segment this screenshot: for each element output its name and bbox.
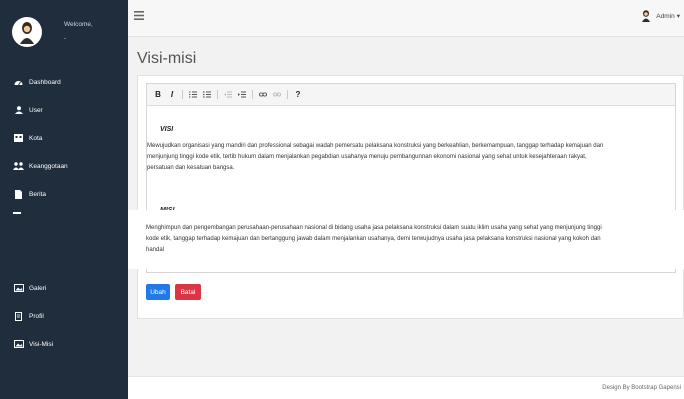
file-icon: [13, 189, 24, 199]
sidebar-item-profil[interactable]: Profil: [0, 302, 128, 330]
visi-line: persatuan dan kesatuan bangsa.: [147, 165, 235, 171]
link-icon[interactable]: [259, 90, 267, 100]
help-button[interactable]: ?: [294, 90, 302, 100]
sidebar-item-label: Keanggotaan: [29, 162, 68, 170]
dashboard-icon: [13, 78, 24, 87]
sidebar-item-user[interactable]: User: [0, 96, 128, 124]
admin-avatar-icon: [642, 10, 651, 22]
admin-label: Admin: [656, 12, 675, 20]
sidebar-divider: [0, 208, 128, 218]
unordered-list-icon[interactable]: [203, 90, 211, 100]
misi-line: Menghimpun dan pengembangan perusahaan-p…: [146, 225, 602, 231]
sidebar-profile: Welcome, -: [0, 0, 128, 63]
indent-icon[interactable]: [238, 90, 246, 100]
ordered-list-icon[interactable]: [189, 90, 197, 100]
user-avatar-icon: [20, 21, 34, 44]
sidebar-item-label: Dashboard: [29, 78, 61, 86]
visi-line: Mewujudkan organisasi yang mandiri dan p…: [147, 143, 604, 149]
toolbar-separator: [182, 90, 183, 99]
unlink-icon[interactable]: [273, 90, 281, 100]
sidebar-item-label: Visi-Misi: [29, 340, 54, 348]
visi-heading: VISI: [160, 126, 174, 133]
user-icon: [13, 106, 24, 115]
bold-button[interactable]: B: [154, 90, 162, 100]
sidebar-item-label: Galeri: [29, 284, 47, 292]
ubah-button[interactable]: Ubah: [146, 284, 170, 300]
toolbar-separator: [217, 90, 218, 99]
caret-down-icon: ▾: [676, 13, 680, 20]
outdent-icon[interactable]: [224, 90, 232, 100]
image-icon: [13, 284, 24, 293]
avatar[interactable]: [12, 16, 42, 47]
editor-toolbar: B I ?: [147, 84, 675, 106]
misi-paragraph: Menghimpun dan pengembangan perusahaan-p…: [146, 223, 676, 256]
toolbar-separator: [287, 90, 288, 99]
sidebar-item-visi-misi[interactable]: Visi-Misi: [0, 330, 128, 358]
visi-paragraph: Mewujudkan organisasi yang mandiri dan p…: [147, 141, 675, 174]
sidebar-item-dashboard[interactable]: Dashboard: [0, 68, 128, 96]
sidebar-item-label: Berita: [29, 190, 46, 198]
menu-toggle-icon[interactable]: [134, 11, 144, 22]
top-navbar: Admin ▾: [128, 0, 684, 37]
members-icon: [13, 162, 24, 171]
italic-button[interactable]: I: [168, 90, 176, 100]
sidebar-item-kota[interactable]: Kota: [0, 124, 128, 152]
footer-credit: Design By Bootstrap Gapensi: [602, 385, 681, 391]
sidebar-item-keanggotaan[interactable]: Keanggotaan: [0, 152, 128, 180]
misi-line: handal: [146, 247, 165, 253]
page-title: Visi-misi: [137, 50, 197, 67]
sidebar-item-label: User: [29, 106, 43, 114]
toolbar-separator: [252, 90, 253, 99]
sidebar-item-berita[interactable]: Berita: [0, 180, 128, 208]
city-icon: [13, 134, 24, 143]
sidebar-item-galeri[interactable]: Galeri: [0, 274, 128, 302]
document-icon: [13, 311, 24, 321]
footer: Design By Bootstrap Gapensi: [128, 376, 684, 399]
sidebar-item-label: Kota: [29, 134, 43, 142]
sidebar: Welcome, - Dashboard User Kota Keanggota…: [0, 0, 128, 399]
admin-menu[interactable]: Admin ▾: [642, 10, 680, 22]
sidebar-item-label: Profil: [29, 312, 44, 320]
batal-button[interactable]: Batal: [175, 284, 201, 300]
welcome-text: Welcome,: [64, 20, 93, 28]
image-icon: [13, 340, 24, 349]
visi-line: menjunjung tinggi kode etik, tertib huku…: [147, 154, 587, 160]
misi-line: kode etik, tanggap terhadap kemajuan dan…: [146, 236, 601, 242]
user-name: -: [64, 34, 67, 42]
